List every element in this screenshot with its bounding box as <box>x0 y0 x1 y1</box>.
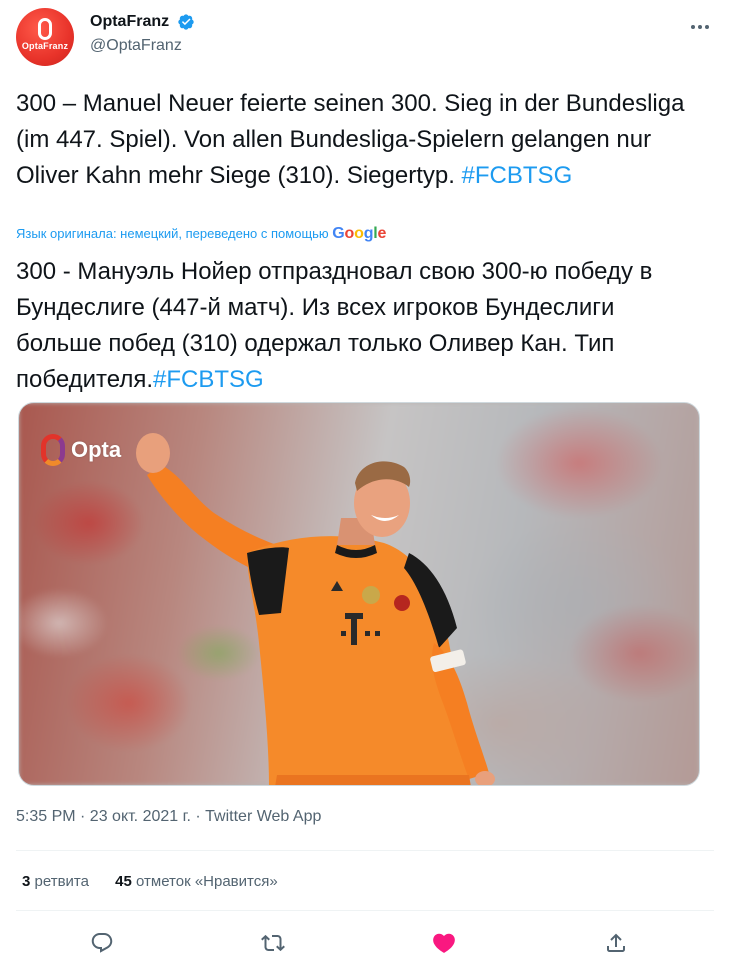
share-icon[interactable] <box>599 926 633 960</box>
tweet-actions <box>16 922 714 962</box>
avatar[interactable]: OptaFranz <box>16 8 74 66</box>
opta-logo-icon <box>41 434 65 466</box>
retweet-icon[interactable] <box>256 926 290 960</box>
verified-badge-icon <box>177 13 195 31</box>
author-display-name[interactable]: OptaFranz <box>90 13 169 31</box>
likes-stat[interactable]: 45 отметок «Нравится» <box>115 873 278 890</box>
translation-notice[interactable]: Язык оригинала: немецкий, переведено с п… <box>16 225 386 243</box>
translation-notice-text: Язык оригинала: немецкий, переведено с п… <box>16 226 333 241</box>
google-logo: Google <box>332 225 387 242</box>
tweet-text-translated: 300 - Мануэль Нойер отпраздновал свою 30… <box>16 254 706 398</box>
opta-watermark-text: Opta <box>71 437 122 462</box>
tweet-text-de: 300 – Manuel Neuer feierte seinen 300. S… <box>16 90 685 189</box>
divider-top <box>16 850 714 851</box>
hashtag-link-ru[interactable]: #FCBTSG <box>153 366 264 393</box>
more-dots-icon[interactable] <box>686 16 714 38</box>
tweet-stats: 3 ретвита 45 отметок «Нравится» <box>22 873 300 890</box>
author-info: OptaFranz @OptaFranz <box>90 13 195 55</box>
tweet-text-original: 300 – Manuel Neuer feierte seinen 300. S… <box>16 86 706 194</box>
tweet-header: OptaFranz OptaFranz @OptaFranz <box>16 8 714 68</box>
goalkeeper-photo <box>136 433 495 785</box>
tweet-timestamp[interactable]: 5:35 PM · 23 окт. 2021 г. · Twitter Web … <box>16 808 321 826</box>
divider-bottom <box>16 910 714 911</box>
opta-ring-icon <box>38 18 52 40</box>
opta-watermark: Opta <box>41 433 121 467</box>
retweets-stat[interactable]: 3 ретвита <box>22 873 89 890</box>
author-handle[interactable]: @OptaFranz <box>90 37 195 55</box>
tweet-text-ru: 300 - Мануэль Нойер отпраздновал свою 30… <box>16 258 653 393</box>
tweet-photo[interactable]: Opta <box>18 402 700 786</box>
heart-icon[interactable] <box>427 926 461 960</box>
retweets-count: 3 <box>22 873 31 890</box>
tweet-card: OptaFranz OptaFranz @OptaFranz 300 – Man… <box>0 0 730 980</box>
reply-icon[interactable] <box>85 926 119 960</box>
likes-count: 45 <box>115 873 132 890</box>
hashtag-link-de[interactable]: #FCBTSG <box>462 162 573 189</box>
avatar-text: OptaFranz <box>21 41 69 51</box>
retweets-label: ретвита <box>34 873 89 890</box>
likes-label: отметок «Нравится» <box>136 873 278 890</box>
